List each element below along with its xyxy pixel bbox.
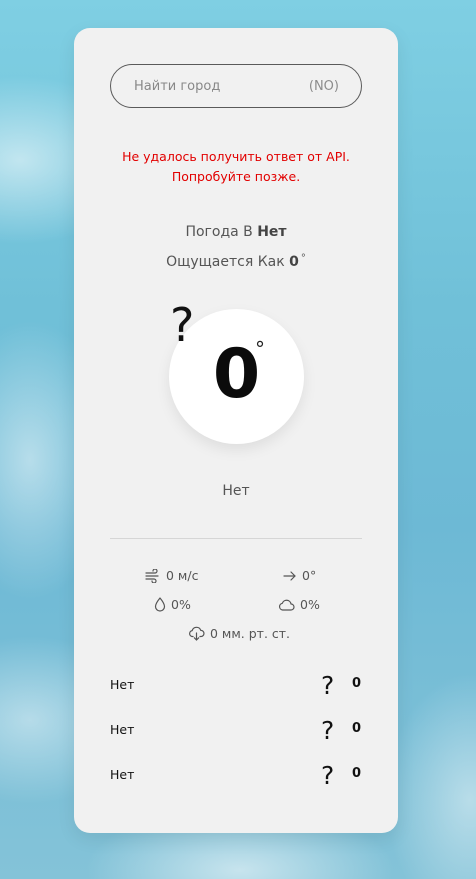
feels-like: Ощущается Как 0 ° [74, 253, 398, 270]
forecast-temperature: 0 [352, 721, 362, 736]
humidity: 0% [154, 597, 191, 612]
cloudiness: 0% [278, 597, 320, 612]
pressure: 0 мм. рт. ст. [188, 626, 290, 641]
error-message-line-1: Не удалось получить ответ от API. [122, 149, 350, 164]
forecast-temperature: 0 [352, 676, 362, 691]
forecast-unknown-icon: ? [318, 669, 335, 700]
forecast-row: Нет ? 0 [110, 669, 362, 701]
weather-card: (NO) Не удалось получить ответ от API. П… [74, 28, 398, 833]
error-message: Не удалось получить ответ от API. Попроб… [74, 147, 398, 187]
wind-icon [145, 568, 159, 583]
forecast-day: Нет [110, 677, 135, 692]
forecast-row: Нет ? 0 [110, 759, 362, 791]
pressure-value: 0 мм. рт. ст. [210, 626, 291, 641]
city-prefix: Погода В [185, 224, 253, 240]
city-title: Погода В Нет [74, 224, 398, 240]
forecast-day: Нет [110, 722, 135, 737]
feels-like-degree: ° [300, 253, 306, 264]
forecast-unknown-icon: ? [318, 759, 335, 790]
error-message-line-2: Попробуйте позже. [171, 169, 301, 184]
arrow-right-icon [283, 570, 296, 581]
temperature-degree: ° [255, 337, 265, 361]
search-box[interactable]: (NO) [110, 64, 362, 108]
forecast-row: Нет ? 0 [110, 714, 362, 746]
country-code-label: (NO) [308, 78, 339, 94]
cloud-icon [279, 599, 295, 611]
divider [110, 538, 362, 539]
city-name: Нет [257, 224, 287, 240]
weather-description: Нет [222, 483, 250, 499]
feels-like-prefix: Ощущается Как [166, 254, 285, 270]
cloud-download-icon [189, 626, 205, 641]
drop-icon [154, 597, 166, 612]
wind-speed: 0 м/с [145, 568, 198, 583]
wind-direction-value: 0° [302, 568, 317, 583]
forecast-day: Нет [110, 767, 135, 782]
weather-unknown-icon: ? [167, 298, 195, 352]
feels-like-value: 0 [289, 254, 299, 270]
forecast-unknown-icon: ? [318, 714, 335, 745]
cloudiness-value: 0% [300, 597, 320, 612]
forecast-temperature: 0 [352, 766, 362, 781]
humidity-value: 0% [171, 597, 191, 612]
wind-direction: 0° [283, 568, 316, 583]
wind-speed-value: 0 м/с [166, 568, 199, 583]
city-search-input[interactable] [134, 78, 284, 94]
